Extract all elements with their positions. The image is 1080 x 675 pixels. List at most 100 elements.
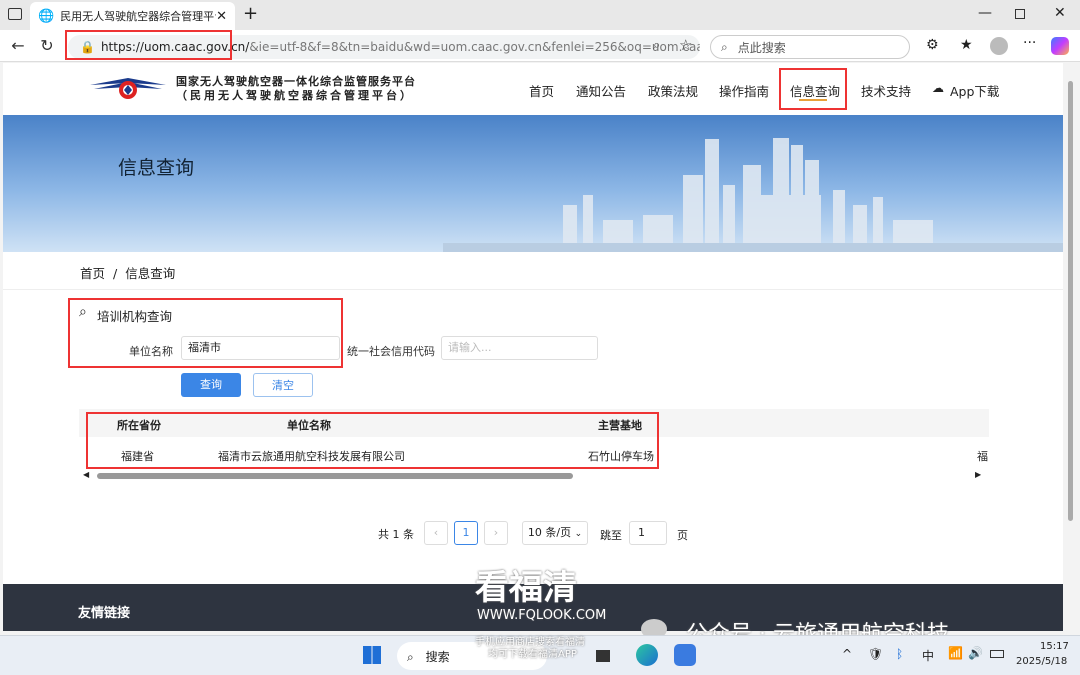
site-title: 国家无人驾驶航空器一体化综合监管服务平台 （民用无人驾驶航空器综合管理平台） [176, 75, 416, 103]
watermark-logo: 看福清 [475, 568, 577, 608]
taskview-icon[interactable] [596, 650, 610, 662]
col-base: 主营基地 [598, 419, 642, 432]
site-title-line2: （民用无人驾驶航空器综合管理平台） [176, 89, 414, 102]
back-icon[interactable]: ← [8, 36, 28, 56]
search-placeholder: 点此搜索 [737, 40, 786, 55]
scroll-right-icon[interactable]: ▶ [975, 470, 981, 479]
site-title-line1: 国家无人驾驶航空器一体化综合监管服务平台 [176, 75, 416, 88]
caac-logo [90, 78, 166, 99]
ime-indicator[interactable]: 中 [922, 647, 934, 664]
favorite-star-icon[interactable]: ☆ [679, 36, 692, 54]
cell-unit-name: 福清市云旅通用航空科技发展有限公司 [218, 450, 405, 463]
chevron-down-icon: ⌄ [574, 529, 583, 539]
horizontal-scrollbar[interactable]: ◀ ▶ [83, 470, 983, 481]
page-vertical-scrollbar[interactable] [1066, 63, 1076, 631]
lock-icon: 🔒 [80, 40, 95, 54]
favorites-icon[interactable]: ★ [960, 37, 973, 53]
footer-title: 友情链接 [78, 606, 131, 621]
breadcrumb-sep: / [113, 266, 118, 281]
query-section-title: 培训机构查询 [97, 309, 173, 324]
extensions-icon[interactable]: ⚙ [926, 37, 939, 53]
clock-date: 2025/5/18 [1016, 656, 1068, 667]
cell-overflow: 福 [977, 450, 988, 463]
nav-tech-support[interactable]: 技术支持 [861, 81, 911, 100]
more-icon[interactable]: ··· [1023, 35, 1036, 51]
browser-tab[interactable]: 🌐 民用无人驾驶航空器综合管理平台 ✕ [30, 2, 235, 30]
battery-icon [990, 650, 1004, 658]
new-tab-icon[interactable]: + [243, 3, 258, 24]
search-icon: ⌕ [79, 304, 87, 320]
clear-button[interactable]: 清空 [253, 373, 313, 397]
credit-code-input[interactable]: 请输入... [441, 336, 598, 360]
col-unit-name: 单位名称 [287, 419, 331, 432]
url-field[interactable]: 🔒 https://uom.caac.gov.cn/&ie=utf-8&f=8&… [68, 35, 700, 59]
search-icon: ⌕ [407, 650, 414, 664]
unit-name-input[interactable]: 福清市 [181, 336, 340, 360]
divider [3, 289, 1063, 290]
scroll-thumb[interactable] [97, 473, 573, 479]
taskbar: ⌕ 搜索 手机应用商店搜索看福清 均可下载看福清APP ^ 🛡 ᛒ 中 📶 🔊 … [0, 635, 1080, 675]
page-size-select[interactable]: 10 条/页 ⌄ [522, 521, 588, 545]
watermark-site: WWW.FQLOOK.COM [477, 608, 607, 623]
url-host: https://uom.caac.gov.cn/ [100, 40, 250, 54]
wifi-icon: 📶 [948, 646, 963, 660]
total-count: 共 1 条 [378, 528, 414, 541]
goto-label: 跳至 [600, 529, 622, 542]
volume-icon: 🔊 [968, 646, 983, 660]
bluetooth-icon: ᛒ [896, 647, 904, 661]
nav-app-download[interactable]: App下载 [950, 81, 999, 100]
city-skyline [443, 138, 1063, 252]
cell-province: 福建省 [121, 450, 154, 463]
copilot-icon[interactable] [1051, 37, 1069, 55]
unit-name-label: 单位名称 [129, 345, 173, 358]
page-suffix: 页 [677, 529, 688, 542]
windows-start-icon[interactable] [363, 646, 381, 664]
site-header: 国家无人驾驶航空器一体化综合监管服务平台 （民用无人驾驶航空器综合管理平台） 首… [3, 63, 1063, 115]
restore-icon[interactable] [1015, 9, 1025, 19]
credit-code-label: 统一社会信用代码 [347, 345, 435, 358]
security-icon: 🛡 [868, 647, 884, 661]
watermark-sub2: 均可下载看福清APP [488, 649, 577, 660]
taskbar-search-label: 搜索 [425, 650, 450, 664]
table-header: 所在省份 单位名称 主营基地 [79, 409, 989, 437]
next-page-button[interactable]: › [484, 521, 508, 545]
page-size-value: 10 条/页 [527, 526, 572, 539]
nav-notices[interactable]: 通知公告 [576, 81, 626, 100]
breadcrumb: 首页 / 信息查询 [80, 263, 175, 282]
clock-time: 15:17 [1040, 641, 1069, 652]
cell-base: 石竹山停车场 [588, 450, 654, 463]
scroll-left-icon[interactable]: ◀ [83, 470, 89, 479]
web-page: 国家无人驾驶航空器一体化综合监管服务平台 （民用无人驾驶航空器综合管理平台） 首… [3, 63, 1063, 631]
refresh-icon[interactable]: ↻ [37, 36, 57, 56]
edge-icon[interactable] [636, 644, 658, 666]
app-icon[interactable] [674, 644, 696, 666]
search-icon: ⌕ [721, 39, 728, 54]
nav-guide[interactable]: 操作指南 [719, 81, 769, 100]
goto-page-input[interactable]: 1 [629, 521, 667, 545]
cloud-download-icon: ☁ [932, 81, 944, 95]
tab-actions-icon[interactable] [8, 8, 22, 20]
profile-avatar[interactable] [990, 37, 1008, 55]
tray-chevron-icon[interactable]: ^ [842, 647, 852, 661]
close-tab-icon[interactable]: ✕ [216, 9, 227, 24]
breadcrumb-current: 信息查询 [125, 266, 176, 281]
nav-info-query[interactable]: 信息查询 [790, 81, 840, 100]
tab-bar: 🌐 民用无人驾驶航空器综合管理平台 ✕ + — ✕ [0, 0, 1080, 30]
page-1-button[interactable]: 1 [454, 521, 478, 545]
nav-home[interactable]: 首页 [529, 81, 554, 100]
banner-title: 信息查询 [118, 157, 195, 179]
url-rest: &ie=utf-8&f=8&tn=baidu&wd=uom.caac.gov.c… [249, 40, 700, 54]
nav-active-underline [799, 99, 827, 101]
nav-policies[interactable]: 政策法规 [648, 81, 698, 100]
browser-search-field[interactable]: ⌕ 点此搜索 [710, 35, 910, 59]
minimize-icon[interactable]: — [978, 5, 992, 21]
prev-page-button[interactable]: ‹ [424, 521, 448, 545]
zoom-icon[interactable]: ⌕ [653, 38, 660, 53]
tab-title: 民用无人驾驶航空器综合管理平台 [60, 10, 217, 23]
search-button[interactable]: 查询 [181, 373, 241, 397]
close-window-icon[interactable]: ✕ [1054, 5, 1066, 21]
vscroll-thumb[interactable] [1068, 81, 1073, 521]
breadcrumb-home[interactable]: 首页 [80, 266, 105, 281]
page-banner: 信息查询 [3, 115, 1063, 252]
globe-icon: 🌐 [38, 8, 55, 24]
